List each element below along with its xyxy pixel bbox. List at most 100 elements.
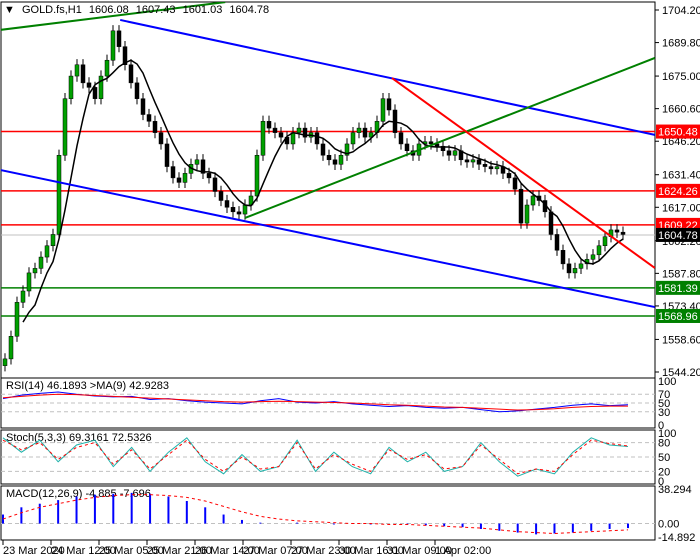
candle-body	[134, 82, 140, 99]
price-tick-label: 1660.60	[662, 104, 700, 116]
stoch-label: Stoch(5,3,3) 69.3161 72.5326	[6, 432, 152, 444]
level-label: 1624.26	[658, 186, 698, 198]
candle-body	[404, 143, 410, 151]
candle-body	[332, 159, 338, 165]
candle-body	[548, 211, 554, 235]
candle-body	[452, 150, 458, 156]
candle-body	[614, 229, 620, 233]
candle-body	[362, 127, 368, 138]
macd-signal-line	[2, 494, 629, 534]
rsi-ma-line	[2, 393, 628, 411]
price-tick-label: 1558.60	[662, 334, 700, 346]
trendline-upper-channel	[119, 18, 655, 136]
candle-body	[14, 302, 20, 337]
symbol: GOLD.fs,H1	[21, 4, 82, 16]
candle-body	[182, 173, 188, 183]
candle-body	[128, 64, 134, 84]
candle-body	[278, 132, 284, 138]
candle-body	[146, 114, 152, 122]
candle-body	[572, 268, 578, 274]
candle-body	[140, 98, 146, 115]
price-tick-label: 1631.40	[662, 170, 700, 182]
candle-body	[110, 30, 116, 61]
dropdown-icon[interactable]: ▼	[4, 4, 15, 16]
rsi-label: RSI(14) 46.1893 >MA(9) 42.9283	[6, 380, 169, 392]
candle-body	[2, 358, 8, 366]
close-value: 1604.78	[229, 4, 270, 16]
open-value: 1606.08	[88, 4, 129, 16]
candle-body	[38, 256, 44, 269]
candle-body	[242, 204, 248, 215]
candle-body	[590, 254, 596, 260]
candle-body	[272, 127, 278, 133]
candle-body	[560, 250, 566, 265]
macd-tick-label: 0.00	[658, 519, 679, 531]
candle-body	[212, 177, 218, 192]
candle-body	[254, 155, 260, 197]
macd-tick-label: 38.294	[658, 484, 692, 496]
candle-body	[176, 177, 182, 183]
candle-body	[98, 75, 104, 99]
candle-body	[326, 155, 332, 161]
candle-body	[602, 236, 608, 247]
candle-body	[8, 336, 14, 360]
stoch-tick-label: 50	[658, 452, 670, 464]
candle-body	[170, 166, 176, 179]
current-price-label: 1604.78	[658, 230, 698, 242]
candle-body	[314, 132, 320, 145]
chart-canvas[interactable]: 1704.201689.801675.001660.601646.201631.…	[0, 0, 700, 560]
candle-body	[578, 263, 584, 269]
high-value: 1607.43	[135, 4, 176, 16]
candle-body	[236, 211, 242, 215]
candle-body	[62, 98, 68, 156]
candle-body	[356, 127, 362, 133]
level-label: 1568.96	[658, 311, 698, 323]
rsi-tick-label: 100	[658, 376, 676, 388]
candle-body	[494, 166, 500, 170]
candle-body	[386, 98, 392, 111]
price-tick-label: 1617.00	[662, 202, 700, 214]
candle-body	[512, 177, 518, 190]
chart-title: ▼ GOLD.fs,H1 1606.08 1607.43 1601.03 160…	[4, 4, 273, 16]
candle-body	[104, 59, 110, 77]
candle-body	[224, 200, 230, 208]
candle-body	[26, 272, 32, 292]
candle-body	[506, 173, 512, 179]
candle-body	[230, 207, 236, 213]
candle-body	[596, 245, 602, 256]
price-tick-label: 1704.20	[662, 5, 700, 17]
candle-body	[20, 290, 26, 303]
macd-label: MACD(12,26,9) -4.885 -7.696	[6, 488, 151, 500]
candle-body	[116, 30, 122, 47]
price-tick-label: 1675.00	[662, 71, 700, 83]
candle-body	[470, 159, 476, 163]
chart-window[interactable]: 1704.20 1689.80 1675.00 1660.60 1646.20 1631.…	[0, 0, 700, 560]
candle-body	[524, 204, 530, 224]
candle-body	[56, 155, 62, 235]
candle-body	[164, 143, 170, 167]
candle-body	[44, 245, 50, 258]
candle-body	[86, 82, 92, 88]
candle-body	[320, 143, 326, 156]
level-label: 1581.39	[658, 283, 698, 295]
candle-body	[32, 268, 38, 274]
candle-body	[350, 132, 356, 145]
candle-body	[74, 64, 80, 77]
candle-body	[158, 132, 164, 145]
candle-body	[80, 64, 86, 84]
candle-body	[476, 159, 482, 165]
candle-body	[266, 121, 272, 129]
candle-body	[194, 159, 200, 165]
low-value: 1601.03	[182, 4, 223, 16]
candle-body	[92, 87, 98, 99]
candle-body	[482, 164, 488, 167]
candle-body	[68, 75, 74, 99]
candle-body	[218, 191, 224, 201]
stoch-tick-label: 80	[658, 438, 670, 450]
macd-tick-label: -14.892	[658, 532, 695, 544]
level-label: 1650.48	[658, 127, 698, 139]
candle-body	[530, 195, 536, 206]
trendline-green-support	[244, 57, 655, 219]
candle-body	[566, 263, 572, 274]
candle-body	[50, 234, 56, 247]
